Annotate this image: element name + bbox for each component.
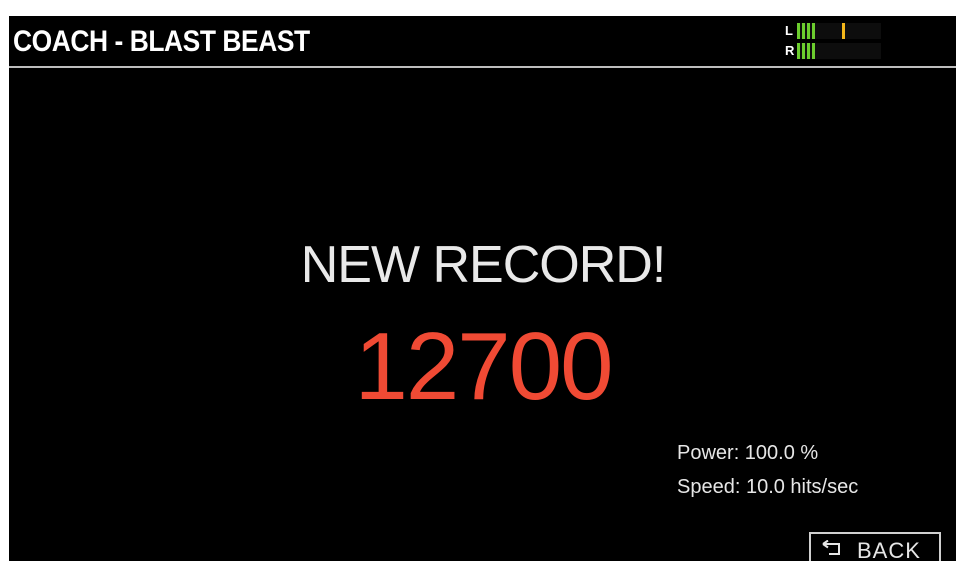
meter-right-segment (802, 43, 805, 59)
new-record-headline: NEW RECORD! (300, 236, 667, 294)
power-stat: Power: 100.0 % (677, 442, 819, 464)
back-button[interactable]: BACK (809, 532, 941, 561)
meter-right-segment (812, 43, 815, 59)
speed-stat: Speed: 10.0 hits/sec (677, 476, 859, 498)
meter-left-segment (802, 23, 805, 39)
level-meter-left: L (785, 22, 881, 40)
record-score: 12700 (354, 313, 614, 420)
page-title: COACH - BLAST BEAST (13, 25, 310, 58)
meter-left-peak (842, 23, 845, 39)
level-meter-right: R (785, 42, 881, 60)
back-button-label: BACK (857, 538, 921, 561)
meter-left-segment (812, 23, 815, 39)
meter-left-segment (797, 23, 800, 39)
meter-right-segment (807, 43, 810, 59)
meter-left-segment (807, 23, 810, 39)
header-bar: COACH - BLAST BEAST L R (9, 16, 956, 68)
coach-screen: COACH - BLAST BEAST L R NEW RECORD! 1270… (9, 16, 956, 561)
meter-left-track (797, 23, 881, 39)
meter-left-label: L (785, 23, 793, 38)
level-meter: L R (785, 20, 881, 64)
meter-right-track (797, 43, 881, 59)
return-arrow-icon (822, 540, 840, 555)
stats-panel: Power: 100.0 % Speed: 10.0 hits/sec (677, 436, 858, 504)
meter-right-label: R (785, 43, 795, 58)
meter-right-segment (797, 43, 800, 59)
